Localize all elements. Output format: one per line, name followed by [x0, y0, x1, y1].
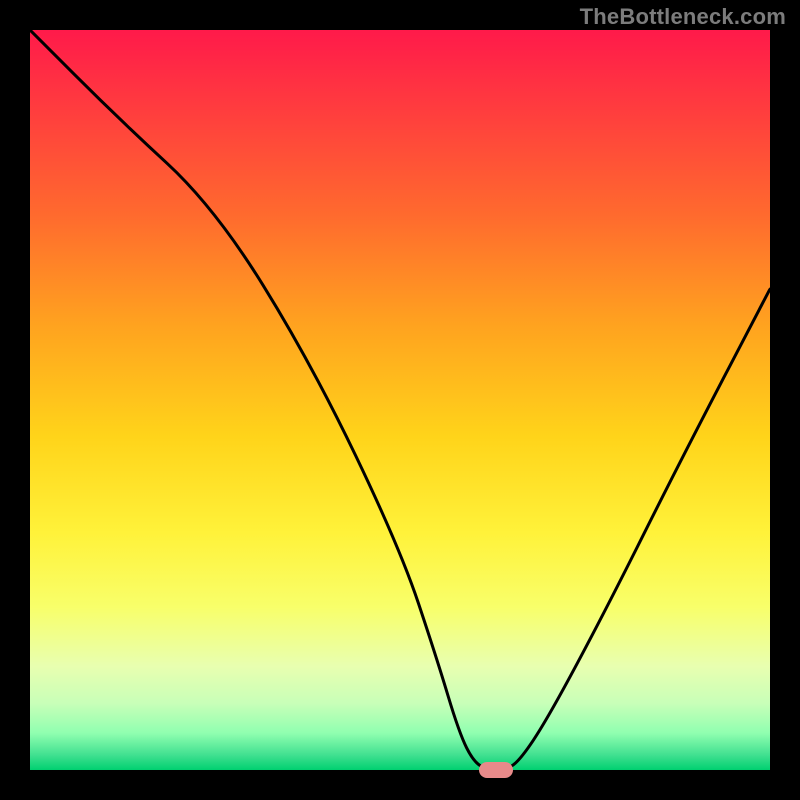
optimal-marker [479, 762, 513, 778]
plot-area [30, 30, 770, 770]
bottleneck-curve [30, 30, 770, 770]
chart-frame: TheBottleneck.com [0, 0, 800, 800]
watermark-text: TheBottleneck.com [580, 4, 786, 30]
